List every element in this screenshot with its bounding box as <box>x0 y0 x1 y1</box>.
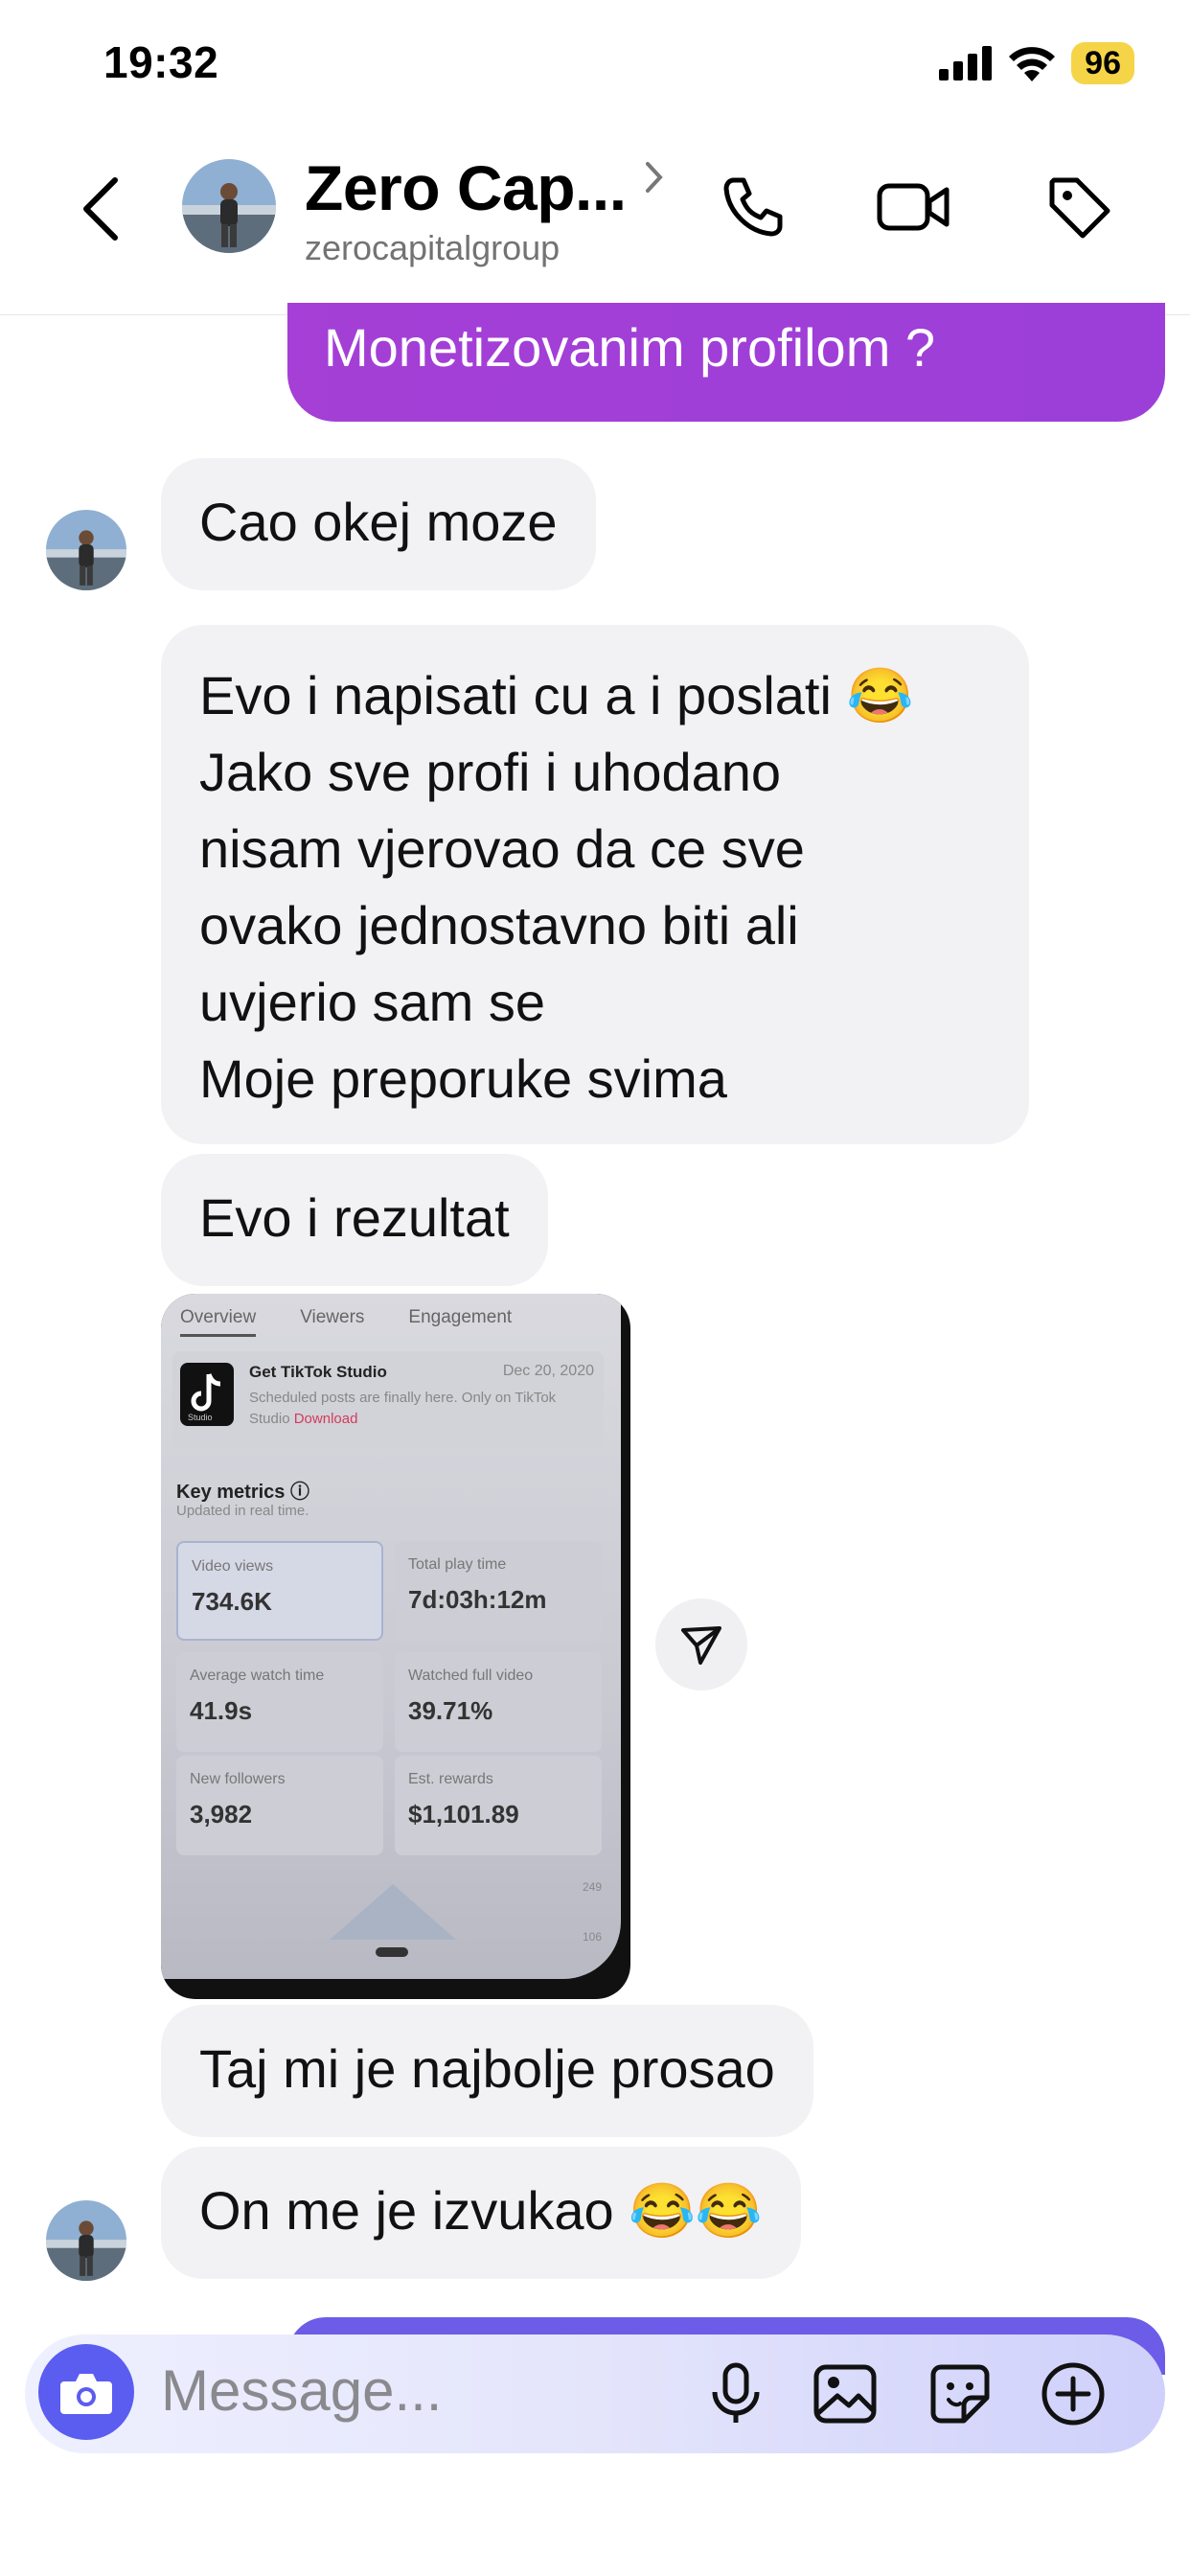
message-line: nisam vjerovao da ce sve <box>199 818 805 879</box>
card-download-link: Download <box>293 1411 358 1427</box>
message-line: Evo i napisati cu a i poslati 😂 <box>199 665 914 725</box>
message-input[interactable]: Message... <box>161 2358 442 2424</box>
plus-circle-icon[interactable] <box>1039 2359 1108 2428</box>
chevron-right-icon <box>645 162 663 193</box>
received-message[interactable]: Evo i rezultat <box>161 1154 548 1286</box>
metric-label: Est. rewards <box>408 1771 493 1787</box>
avatar-photo <box>46 2200 126 2281</box>
wifi-icon <box>1009 47 1056 81</box>
phone-call-icon[interactable] <box>719 172 788 242</box>
metric-card: Total play time 7d:03h:12m <box>395 1541 602 1641</box>
status-time: 19:32 <box>103 37 219 87</box>
metric-card: Video views 734.6K <box>176 1541 383 1641</box>
metric-value: 3,982 <box>190 1800 253 1828</box>
photo-tiny-number: 249 <box>583 1880 603 1894</box>
sent-message[interactable]: Monetizovanim profilom ? <box>287 303 1165 422</box>
photo-tab: Viewers <box>300 1307 365 1327</box>
message-line: Moje preporuke svima <box>199 1048 727 1109</box>
contact-name-row[interactable]: Zero Cap... <box>305 151 665 224</box>
metric-value: $1,101.89 <box>408 1800 519 1828</box>
metric-value: 39.71% <box>408 1696 493 1725</box>
photo-triangle-shape <box>330 1884 456 1940</box>
photo-tab: Overview <box>180 1307 257 1337</box>
photo-message[interactable]: Overview Viewers Engagement Studio Get T… <box>161 1294 630 1999</box>
sender-avatar[interactable] <box>46 510 126 590</box>
metric-label: Video views <box>192 1558 274 1575</box>
received-message[interactable]: Cao okej moze <box>161 458 596 590</box>
sticker-icon[interactable] <box>926 2359 995 2428</box>
metric-label: Watched full video <box>408 1668 534 1684</box>
status-icons: 96 <box>939 42 1134 84</box>
logo-caption: Studio <box>188 1413 213 1422</box>
contact-name: Zero Cap... <box>305 152 627 223</box>
metric-card: Watched full video 39.71% <box>395 1652 602 1752</box>
camera-icon <box>60 2374 112 2414</box>
metric-label: New followers <box>190 1771 286 1787</box>
card-date: Dec 20, 2020 <box>502 1363 594 1379</box>
back-chevron-icon[interactable] <box>73 171 130 247</box>
received-message-long[interactable]: Evo i napisati cu a i poslati 😂 Jako sve… <box>161 625 1029 1144</box>
message-line: ovako jednostavno biti ali <box>199 895 799 955</box>
camera-button[interactable] <box>38 2344 134 2440</box>
video-call-icon[interactable] <box>876 172 952 242</box>
tag-icon[interactable] <box>1044 172 1113 242</box>
metric-value: 41.9s <box>190 1696 253 1725</box>
message-line: uvjerio sam se <box>199 972 546 1032</box>
contact-handle: zerocapitalgroup <box>305 228 561 267</box>
photo-tiny-number: 106 <box>583 1930 603 1944</box>
photo-home-indicator <box>376 1947 408 1957</box>
message-line: Jako sve profi i uhodano <box>199 742 782 802</box>
gallery-icon[interactable] <box>811 2359 880 2428</box>
paper-plane-icon <box>681 1626 721 1665</box>
key-metrics-subtitle: Updated in real time. <box>176 1503 309 1519</box>
metric-label: Average watch time <box>190 1668 325 1684</box>
sender-avatar[interactable] <box>46 2200 126 2281</box>
card-title: Get TikTok Studio <box>249 1363 387 1381</box>
cellular-signal-icon <box>939 46 993 80</box>
tiktok-studio-card: Studio Get TikTok Studio Dec 20, 2020 Sc… <box>172 1351 604 1447</box>
metric-label: Total play time <box>408 1556 507 1573</box>
microphone-icon[interactable] <box>701 2359 770 2428</box>
received-message[interactable]: On me je izvukao 😂😂 <box>161 2147 801 2279</box>
photo-tab: Engagement <box>408 1307 513 1327</box>
contact-avatar[interactable] <box>182 159 276 253</box>
received-message[interactable]: Taj mi je najbolje prosao <box>161 2005 813 2137</box>
metric-card: Est. rewards $1,101.89 <box>395 1756 602 1855</box>
metric-card: Average watch time 41.9s <box>176 1652 383 1752</box>
avatar-photo <box>182 159 276 253</box>
metric-value: 7d:03h:12m <box>408 1585 547 1614</box>
key-metrics-title: Key metrics ⓘ <box>176 1482 309 1503</box>
avatar-photo <box>46 510 126 590</box>
metric-card: New followers 3,982 <box>176 1756 383 1855</box>
tiktok-logo-icon: Studio <box>180 1363 234 1426</box>
photo-tabs: Overview Viewers Engagement <box>180 1307 611 1337</box>
battery-indicator: 96 <box>1071 42 1134 84</box>
tiktok-studio-screenshot: Overview Viewers Engagement Studio Get T… <box>161 1294 621 1979</box>
share-button[interactable] <box>655 1598 747 1690</box>
card-subtitle: Scheduled posts are finally here. Only o… <box>249 1388 565 1430</box>
metric-value: 734.6K <box>192 1587 272 1616</box>
